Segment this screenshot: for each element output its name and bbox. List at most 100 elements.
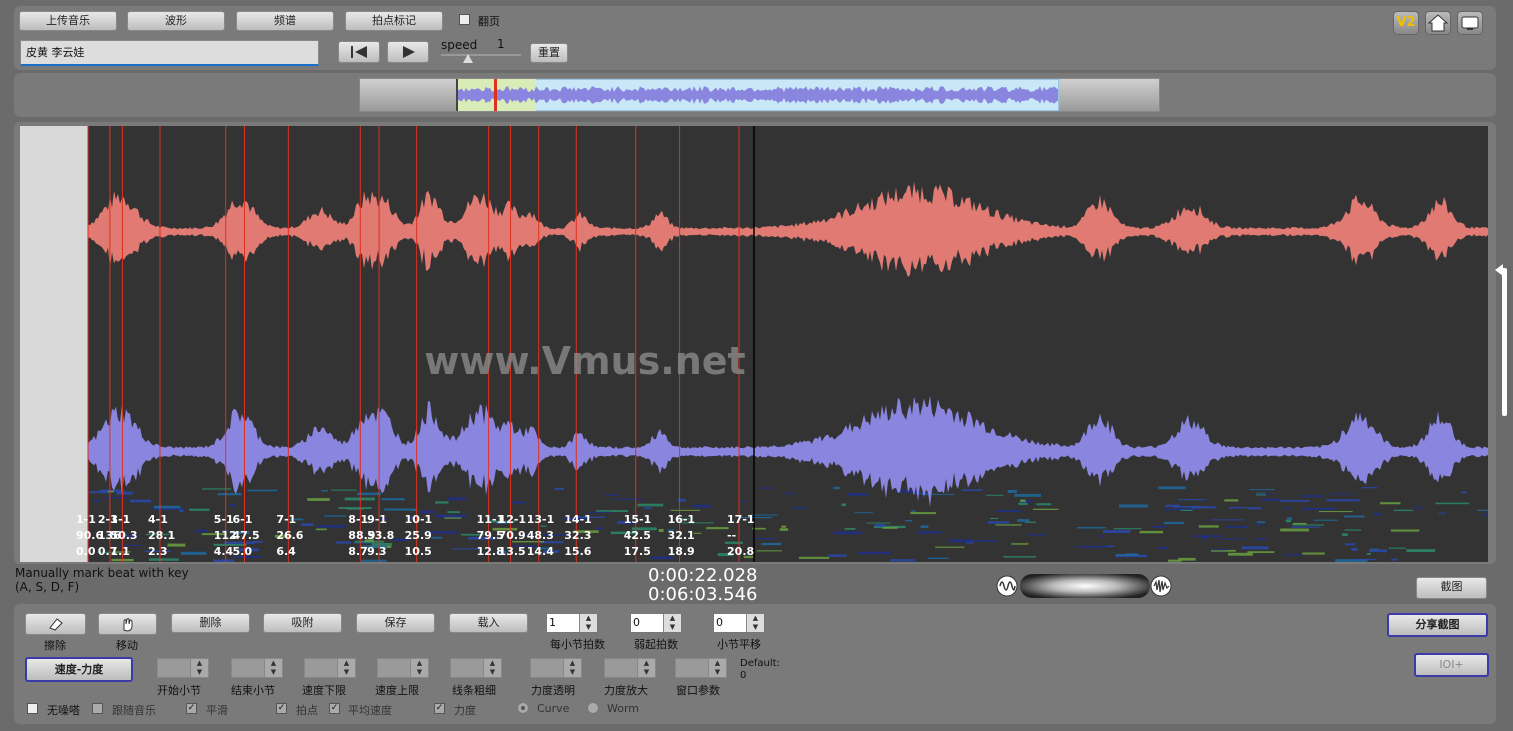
stepper-arrows[interactable]: ▲ ▼: [264, 659, 282, 677]
snap-button[interactable]: 吸附: [263, 613, 342, 633]
overview-waveform[interactable]: [456, 79, 1059, 111]
stepper-arrows[interactable]: ▲ ▼: [746, 614, 764, 632]
worm-radio[interactable]: [587, 702, 599, 714]
spectrogram-cell: [1393, 509, 1413, 512]
stepper-arrows[interactable]: ▲ ▼: [410, 659, 428, 677]
start-bar-stepper[interactable]: ▲ ▼: [157, 658, 209, 678]
avg-tempo-checkbox[interactable]: ✓: [329, 703, 340, 714]
home-icon: [1427, 14, 1449, 32]
spectrum-button[interactable]: 频谱: [236, 11, 334, 31]
window-param-stepper[interactable]: ▲ ▼: [675, 658, 727, 678]
spectrogram-cell: [1391, 558, 1398, 561]
beats-per-bar-stepper[interactable]: 1 ▲ ▼: [546, 613, 598, 633]
share-screenshot-button[interactable]: 分享截图: [1387, 613, 1488, 637]
no-vocals-checkbox[interactable]: [27, 703, 38, 714]
stepper-arrows[interactable]: ▲ ▼: [190, 659, 208, 677]
delete-button[interactable]: 删除: [171, 613, 250, 633]
dynamics-checkbox[interactable]: ✓: [434, 703, 445, 714]
end-bar-stepper[interactable]: ▲ ▼: [231, 658, 283, 678]
waveform-button[interactable]: 波形: [127, 11, 225, 31]
curve-label: Curve: [537, 702, 570, 715]
speed-slider[interactable]: [441, 54, 521, 56]
version-badge[interactable]: V2: [1393, 11, 1419, 35]
stepper-arrows[interactable]: ▲ ▼: [337, 659, 355, 677]
stepper-arrows[interactable]: ▲ ▼: [663, 614, 681, 632]
play-button[interactable]: [387, 41, 429, 63]
reset-button[interactable]: 重置: [530, 43, 568, 63]
line-width-stepper[interactable]: ▲ ▼: [450, 658, 502, 678]
spectrogram-cell: [1406, 549, 1436, 552]
beat-label-id: 13-1: [527, 513, 555, 526]
save-button[interactable]: 保存: [356, 613, 435, 633]
fullscreen-button[interactable]: [1457, 11, 1483, 35]
spectrogram-cell: [928, 557, 949, 559]
spectrogram-cell: [833, 486, 840, 490]
spectrogram-cell: [435, 501, 449, 504]
smooth-checkbox[interactable]: ✓: [186, 703, 197, 714]
stepper-arrows[interactable]: ▲ ▼: [579, 614, 597, 632]
spectrogram-cell: [1033, 508, 1059, 510]
zoom-control[interactable]: [996, 574, 1172, 598]
curve-radio[interactable]: [517, 702, 529, 714]
zoom-slider[interactable]: [1020, 574, 1150, 598]
screenshot-button[interactable]: 截图: [1416, 577, 1487, 599]
spectrogram-cell: [1218, 538, 1246, 540]
spectrogram-cell: [1152, 525, 1167, 528]
tempo-dynamics-mode-button[interactable]: 速度-力度: [25, 657, 133, 682]
spectrogram-cell: [1351, 548, 1358, 551]
load-button[interactable]: 载入: [449, 613, 528, 633]
dyn-zoom-label: 力度放大: [604, 684, 648, 697]
spectrogram-cell: [1361, 487, 1378, 489]
spectrogram-cell: [921, 493, 955, 495]
spectrogram-cell: [107, 490, 114, 493]
spectrogram-cell: [353, 542, 372, 544]
waveform-canvas[interactable]: www.Vmus.net 1-190.60.02-11360.73-150.31…: [20, 126, 1488, 562]
screen-icon: [1461, 16, 1479, 30]
vertical-scrollbar[interactable]: [1502, 268, 1507, 416]
weak-beats-label: 弱起拍数: [634, 638, 678, 651]
spectrogram-cell: [1119, 504, 1149, 508]
ioi-button[interactable]: IOI+: [1414, 653, 1489, 677]
beat-point-checkbox[interactable]: ✓: [276, 703, 287, 714]
spectrogram-cell: [1280, 528, 1310, 532]
spectrogram-cell: [1414, 507, 1423, 509]
bar-shift-value: 0: [716, 616, 723, 629]
stepper-arrows[interactable]: ▲ ▼: [563, 659, 581, 677]
spectrogram-cell: [988, 521, 1010, 524]
move-button[interactable]: [98, 613, 157, 635]
beat-label-id: 5-1: [214, 513, 234, 526]
spectrogram-cell: [751, 514, 778, 516]
worm-label: Worm: [607, 702, 640, 715]
spectrogram-cell: [1438, 512, 1447, 514]
dyn-transparency-stepper[interactable]: ▲ ▼: [530, 658, 582, 678]
dyn-zoom-stepper[interactable]: ▲ ▼: [604, 658, 656, 678]
beat-label-tempo: 42.5: [624, 529, 651, 542]
tempo-max-stepper[interactable]: ▲ ▼: [377, 658, 429, 678]
stepper-arrows[interactable]: ▲ ▼: [483, 659, 501, 677]
scrollbar-handle[interactable]: [1495, 264, 1503, 276]
beat-label-tempo: 32.3: [564, 529, 591, 542]
upload-music-button[interactable]: 上传音乐: [19, 11, 117, 31]
page-flip-checkbox[interactable]: [459, 14, 470, 25]
speed-slider-thumb[interactable]: [463, 54, 473, 63]
spectrogram-cell: [658, 529, 664, 532]
spectrogram-cell: [995, 510, 1022, 512]
spectrogram-cell: [1329, 493, 1353, 495]
rewind-button[interactable]: [338, 41, 380, 63]
beat-label-time: 1.1: [110, 545, 129, 558]
bar-shift-stepper[interactable]: 0 ▲ ▼: [713, 613, 765, 633]
weak-beats-stepper[interactable]: 0 ▲ ▼: [630, 613, 682, 633]
spectrogram-cell: [300, 523, 314, 526]
song-title-field[interactable]: 皮黄 李云娃: [20, 40, 319, 66]
stepper-arrows[interactable]: ▲ ▼: [637, 659, 655, 677]
beat-mark-button[interactable]: 拍点标记: [345, 11, 443, 31]
follow-music-checkbox[interactable]: [92, 703, 103, 714]
erase-button[interactable]: [25, 613, 86, 635]
home-button[interactable]: [1425, 11, 1451, 35]
spectrogram-cell: [154, 505, 181, 509]
tempo-min-stepper[interactable]: ▲ ▼: [304, 658, 356, 678]
spectrogram-cell: [1302, 552, 1325, 555]
spectrogram-cell: [606, 494, 619, 496]
spectrogram-cell: [179, 509, 184, 513]
stepper-arrows[interactable]: ▲ ▼: [708, 659, 726, 677]
